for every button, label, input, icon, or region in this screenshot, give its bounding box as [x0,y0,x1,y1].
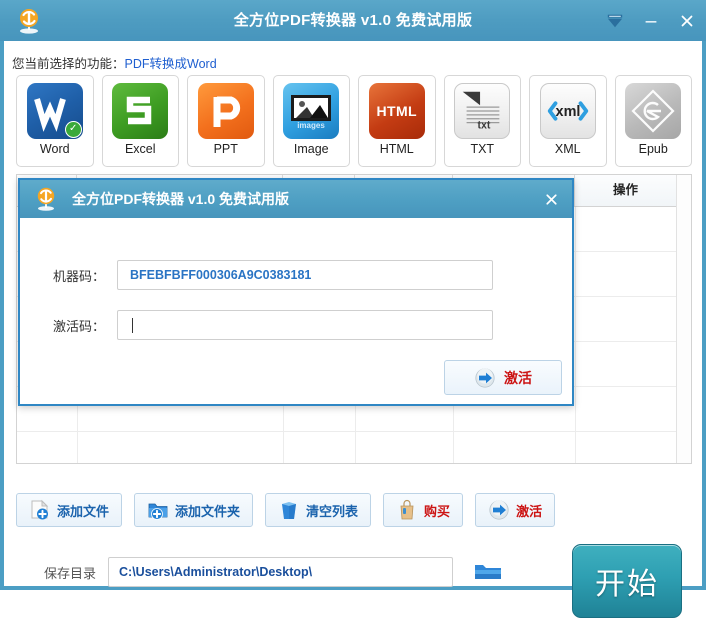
close-icon[interactable] [540,188,562,210]
action-button-bar: 添加文件 添加文件夹 清空列表 购买 激活 [16,493,556,527]
trash-icon [278,499,300,521]
activation-code-label: 激活码： [52,318,105,334]
add-folder-button[interactable]: 添加文件夹 [134,493,254,527]
word-icon: ✓ [26,83,83,139]
save-directory-input[interactable]: C:\Users\Administrator\Desktop\ [108,557,454,587]
selected-check-icon: ✓ [64,121,82,138]
dialog-activate-button[interactable]: 激活 [444,360,562,395]
epub-icon [625,83,682,139]
format-button-xml[interactable]: xml XML [529,75,607,167]
add-file-label: 添加文件 [57,503,110,519]
format-button-ppt[interactable]: PPT [187,75,265,167]
start-button[interactable]: 开始 [572,544,682,618]
format-label-epub: Epub [638,142,668,156]
add-folder-icon [147,499,169,521]
format-label-excel: Excel [124,142,156,156]
image-icon: images [283,83,340,139]
add-file-icon [29,499,51,521]
selected-function-line: 您当前选择的功能：PDF转换成Word [12,53,217,72]
text-caret [132,317,133,333]
window-controls [604,0,698,41]
excel-icon [112,83,169,139]
buy-label: 购买 [424,503,451,519]
format-button-word[interactable]: ✓ Word [16,75,94,167]
buy-button[interactable]: 购买 [383,493,464,527]
selected-function-prefix: 您当前选择的功能： [12,57,125,71]
table-vertical-scrollbar[interactable] [676,175,691,463]
dialog-title: 全方位PDF转换器 v1.0 免费试用版 [72,191,290,207]
format-button-txt[interactable]: txt TXT [443,75,521,167]
format-button-epub[interactable]: Epub [614,75,692,167]
add-folder-label: 添加文件夹 [175,503,241,519]
format-button-html[interactable]: HTML HTML [358,75,436,167]
add-file-button[interactable]: 添加文件 [16,493,123,527]
activation-code-input[interactable] [117,310,493,340]
table-row[interactable] [17,432,691,477]
format-label-txt: TXT [470,142,495,156]
selected-function-value: PDF转换成Word [124,57,217,71]
activation-code-row: 激活码： [20,310,572,340]
svg-text:txt: txt [478,119,491,131]
format-button-excel[interactable]: Excel [101,75,179,167]
format-label-html: HTML [379,142,414,156]
machine-code-label: 机器码： [52,268,105,284]
activate-button[interactable]: 激活 [475,493,556,527]
svg-text:images: images [297,121,325,130]
dialog-activate-label: 激活 [504,369,532,386]
title-bar: 全方位PDF转换器 v1.0 免费试用版 [0,0,706,41]
activate-label: 激活 [516,503,543,519]
machine-code-row: 机器码： BFEBFBFF000306A9C0383181 [20,260,572,290]
html-icon: HTML [368,83,425,139]
application-window: 全方位PDF转换器 v1.0 免费试用版 您当前选择的功能：PDF转换成Word… [0,0,706,618]
save-directory-label: 保存目录 [44,565,97,581]
format-label-ppt: PPT [213,142,238,156]
window-title: 全方位PDF转换器 v1.0 免费试用版 [233,12,473,29]
save-directory-bar: 保存目录 C:\Users\Administrator\Desktop\ [16,546,576,598]
clear-list-button[interactable]: 清空列表 [265,493,372,527]
machine-code-input[interactable]: BFEBFBFF000306A9C0383181 [117,260,493,290]
format-label-image: Image [293,142,329,156]
pdf-converter-logo-icon [32,185,60,213]
xml-icon: xml [539,83,596,139]
blue-arrow-icon [488,499,510,521]
blue-arrow-icon [474,367,496,389]
format-button-image[interactable]: images Image [272,75,350,167]
dialog-title-bar: 全方位PDF转换器 v1.0 免费试用版 [20,180,572,218]
shopping-bag-icon [396,499,418,521]
column-header-action[interactable]: 操作 [575,175,676,206]
format-selector: ✓ Word Excel PPT images Image HTML HTML … [16,75,692,167]
minimize-icon[interactable] [640,10,662,32]
svg-text:xml: xml [555,104,580,120]
tray-arrow-down-icon[interactable] [604,10,626,32]
format-label-word: Word [39,142,70,156]
start-button-label: 开始 [595,568,659,601]
close-icon[interactable] [676,10,698,32]
clear-list-label: 清空列表 [306,503,359,519]
format-label-xml: XML [554,142,581,156]
txt-icon: txt [454,83,511,139]
folder-icon[interactable] [471,558,505,586]
ppt-icon [197,83,254,139]
